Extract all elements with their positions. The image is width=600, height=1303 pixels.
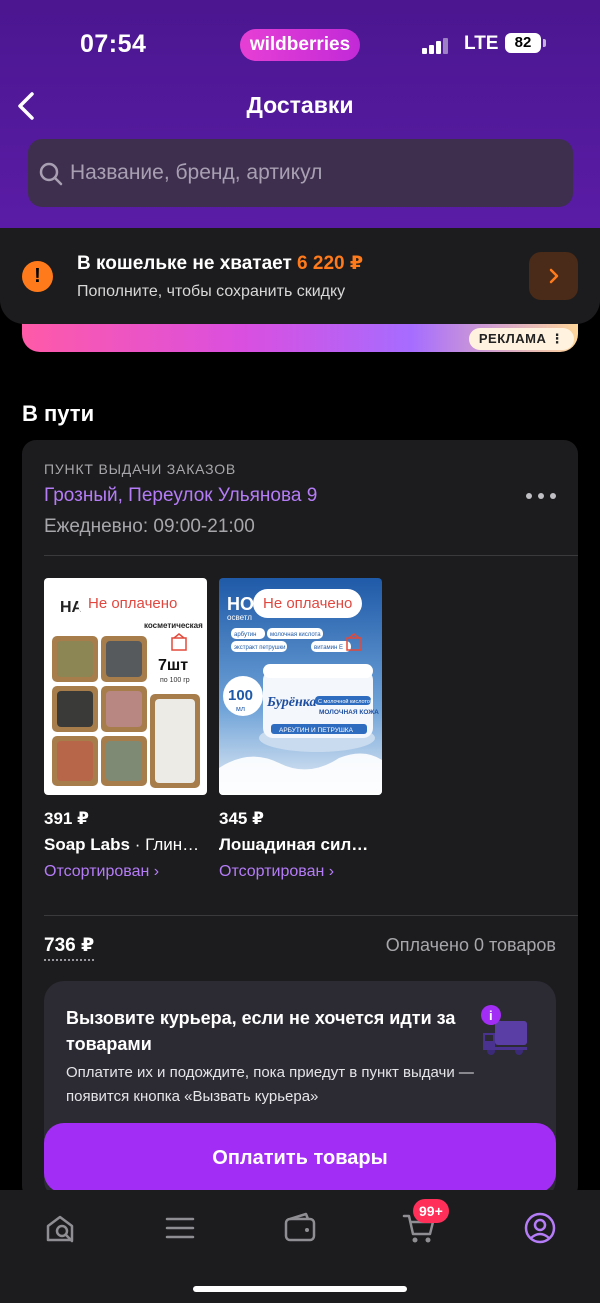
search-icon xyxy=(39,162,63,186)
chevron-right-icon xyxy=(549,268,559,284)
product-card[interactable]: НО осветл арбутин молочная кислота экстр… xyxy=(219,578,382,881)
home-search-icon[interactable] xyxy=(42,1208,82,1248)
svg-text:АРБУТИН И ПЕТРУШКА: АРБУТИН И ПЕТРУШКА xyxy=(279,727,354,734)
wallet-icon[interactable] xyxy=(280,1208,320,1248)
svg-text:i: i xyxy=(489,1008,493,1023)
status-bar: 07:54 wildberries LTE 82 xyxy=(0,29,600,64)
product-price: 391 ₽ xyxy=(44,809,89,828)
signal-icon xyxy=(422,38,448,54)
pay-button[interactable]: Оплатить товары xyxy=(44,1123,556,1193)
product-name: Лошадиная сил… xyxy=(219,835,369,854)
delivery-truck-icon: i xyxy=(479,1003,539,1063)
svg-text:С молочной кислотой: С молочной кислотой xyxy=(318,698,373,705)
svg-text:7шт: 7шт xyxy=(158,657,188,674)
pickup-address[interactable]: Грозный, Переулок Ульянова 9 xyxy=(44,485,317,507)
svg-text:Бурёнка: Бурёнка xyxy=(266,695,317,710)
svg-text:мл: мл xyxy=(236,706,245,713)
unpaid-badge: Не оплачено xyxy=(78,589,188,618)
warning-icon: ! xyxy=(22,261,53,292)
wallet-amount: 6 220 ₽ xyxy=(297,253,364,274)
profile-icon[interactable] xyxy=(520,1208,560,1248)
svg-text:НО: НО xyxy=(227,594,254,614)
wallet-title: В кошельке не хватает 6 220 ₽ xyxy=(77,253,364,274)
pickup-label: ПУНКТ ВЫДАЧИ ЗАКАЗОВ xyxy=(44,461,237,477)
menu-icon[interactable] xyxy=(160,1208,200,1248)
product-status[interactable]: Отсортирован › xyxy=(44,863,207,881)
svg-text:по 100 гр: по 100 гр xyxy=(160,677,190,684)
network-label: LTE xyxy=(464,33,499,54)
order-total[interactable]: 736 ₽ xyxy=(44,934,95,961)
search-bar[interactable] xyxy=(28,139,573,207)
svg-text:витамин Е: витамин Е xyxy=(314,645,343,651)
delivery-card: ПУНКТ ВЫДАЧИ ЗАКАЗОВ Грозный, Переулок У… xyxy=(22,440,578,1200)
wildberries-logo: wildberries xyxy=(240,29,360,61)
more-options-icon[interactable] xyxy=(526,490,556,502)
app-header: 07:54 wildberries LTE 82 Доставки xyxy=(0,0,600,228)
search-input[interactable] xyxy=(70,155,560,191)
product-image[interactable]: НА косметическая 7шт по 100 гр Не оплаче… xyxy=(44,578,207,795)
home-indicator[interactable] xyxy=(193,1286,407,1292)
svg-text:осветл: осветл xyxy=(227,613,252,622)
divider xyxy=(44,555,578,556)
pickup-hours: Ежедневно: 09:00-21:00 xyxy=(44,516,255,537)
unpaid-badge: Не оплачено xyxy=(253,589,363,618)
page-title: Доставки xyxy=(246,92,354,118)
status-time: 07:54 xyxy=(80,30,147,58)
product-image[interactable]: НО осветл арбутин молочная кислота экстр… xyxy=(219,578,382,795)
wallet-open-button[interactable] xyxy=(529,252,578,300)
svg-text:МОЛОЧНАЯ КОЖА: МОЛОЧНАЯ КОЖА xyxy=(319,709,379,716)
divider xyxy=(44,915,578,916)
courier-text: Оплатите их и подождите, пока приедут в … xyxy=(66,1064,474,1105)
product-card[interactable]: НА косметическая 7шт по 100 гр Не оплаче… xyxy=(44,578,207,881)
battery-icon: 82 xyxy=(505,33,546,53)
courier-title: Вызовите курьера, если не хочется идти з… xyxy=(66,1008,456,1054)
svg-text:арбутин: арбутин xyxy=(234,632,256,638)
product-price: 345 ₽ xyxy=(219,809,264,828)
svg-text:100: 100 xyxy=(228,687,253,704)
wallet-banner[interactable]: ! В кошельке не хватает 6 220 ₽ Пополнит… xyxy=(0,228,600,324)
svg-text:экстракт петрушки: экстракт петрушки xyxy=(234,645,285,651)
wallet-subtitle: Пополните, чтобы сохранить скидку xyxy=(77,283,346,300)
section-title: В пути xyxy=(22,401,95,426)
paid-count: Оплачено 0 товаров xyxy=(385,935,556,955)
product-status[interactable]: Отсортирован › xyxy=(219,863,382,881)
ad-badge[interactable]: РЕКЛАМА ⋮ xyxy=(468,328,574,350)
svg-text:молочная кислота: молочная кислота xyxy=(270,632,321,638)
cart-badge: 99+ xyxy=(413,1199,449,1223)
svg-text:косметическая: косметическая xyxy=(144,621,203,630)
product-name: Soap Labs · Глин… xyxy=(44,835,200,854)
